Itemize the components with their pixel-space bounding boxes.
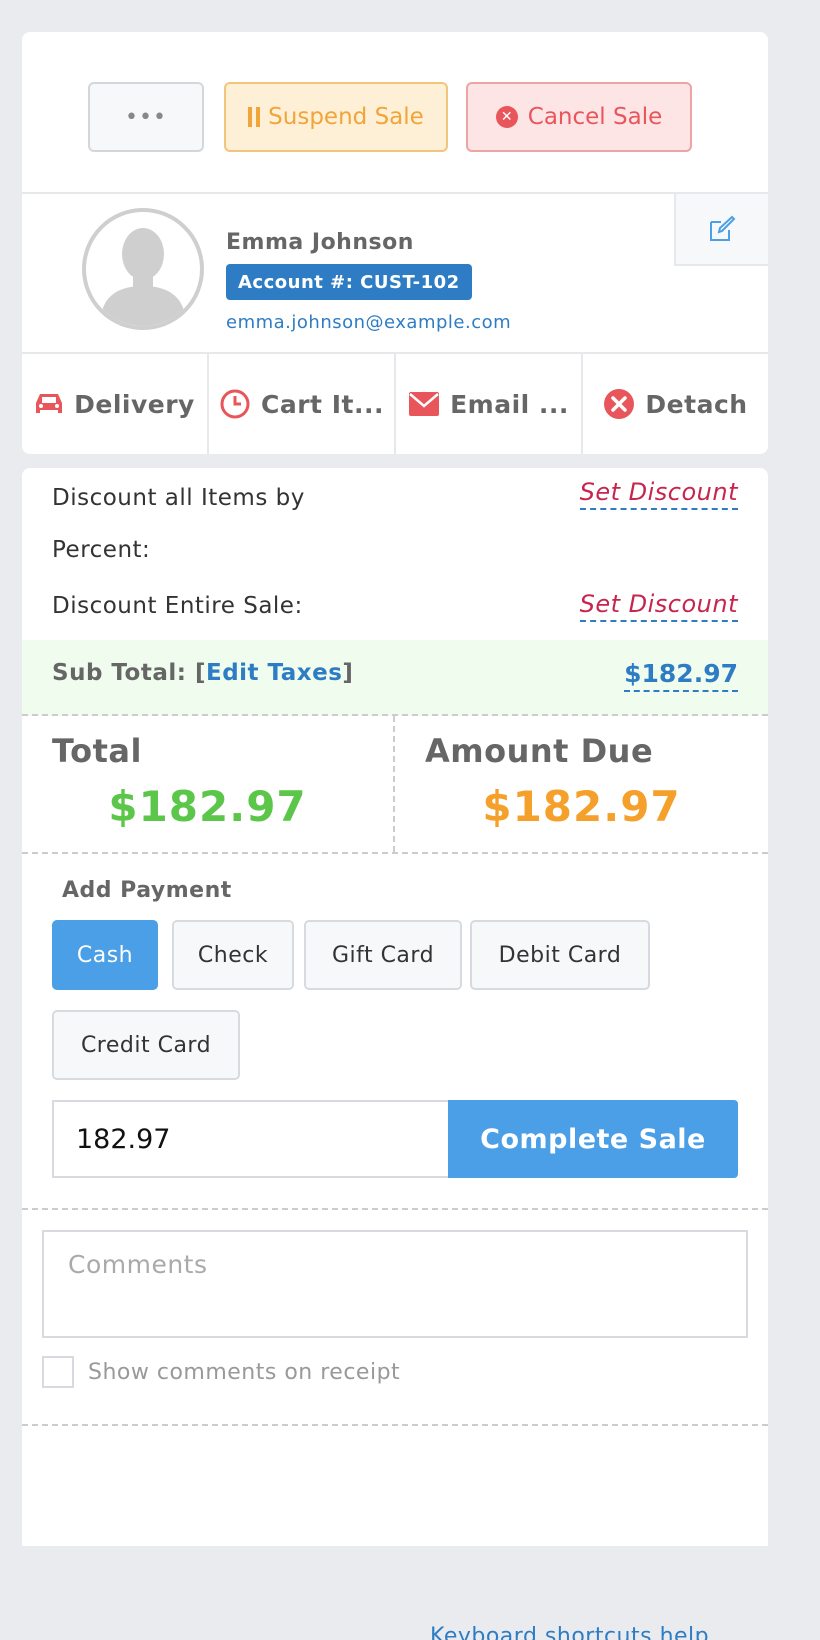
total-box: Total $182.97 bbox=[22, 716, 395, 852]
discount-sale-label: Discount Entire Sale: bbox=[52, 593, 303, 619]
edit-taxes-link[interactable]: Edit Taxes bbox=[206, 660, 342, 686]
subtotal-label: Sub Total: [Edit Taxes] bbox=[52, 660, 354, 686]
edit-customer-button[interactable] bbox=[674, 194, 768, 266]
amount-due-box: Amount Due $182.97 bbox=[395, 716, 768, 852]
subtotal-text: Sub Total: bbox=[52, 660, 187, 686]
tab-delivery[interactable]: Delivery bbox=[22, 354, 209, 454]
discount-items-label: Discount all Items by Percent: bbox=[52, 472, 305, 576]
divider bbox=[22, 1424, 768, 1426]
discount-items-row: Discount all Items by Percent: Set Disco… bbox=[52, 472, 738, 576]
set-discount-items-link[interactable]: Set Discount bbox=[579, 476, 738, 510]
sale-summary-card: Discount all Items by Percent: Set Disco… bbox=[22, 468, 768, 1546]
payment-debit-card-button[interactable]: Debit Card bbox=[470, 920, 650, 990]
cancel-sale-button[interactable]: ✕ Cancel Sale bbox=[466, 82, 692, 152]
clock-icon bbox=[219, 388, 251, 420]
customer-card: ••• Suspend Sale ✕ Cancel Sale Emma John… bbox=[22, 32, 768, 454]
payment-amount-input[interactable] bbox=[52, 1100, 450, 1178]
tab-email[interactable]: Email ... bbox=[396, 354, 583, 454]
tab-delivery-label: Delivery bbox=[74, 389, 195, 419]
customer-email[interactable]: emma.johnson@example.com bbox=[226, 312, 511, 333]
discount-items-label-line1: Discount all Items by bbox=[52, 485, 305, 511]
set-discount-sale-link[interactable]: Set Discount bbox=[579, 588, 738, 622]
total-value: $182.97 bbox=[108, 782, 307, 831]
payment-check-button[interactable]: Check bbox=[172, 920, 294, 990]
suspend-sale-label: Suspend Sale bbox=[268, 104, 424, 130]
tab-cart-items-label: Cart It... bbox=[261, 389, 384, 419]
account-badge: Account #: CUST-102 bbox=[226, 264, 472, 300]
suspend-sale-button[interactable]: Suspend Sale bbox=[224, 82, 448, 152]
tab-detach[interactable]: Detach bbox=[583, 354, 768, 454]
receipt-torn-edge bbox=[22, 1532, 768, 1546]
discount-items-label-line2: Percent: bbox=[52, 537, 151, 563]
car-icon bbox=[34, 391, 64, 417]
avatar bbox=[82, 208, 204, 330]
edit-icon bbox=[710, 215, 736, 241]
pause-icon bbox=[248, 107, 261, 127]
tab-detach-label: Detach bbox=[645, 389, 748, 419]
user-silhouette-icon bbox=[100, 228, 186, 326]
amount-due-value: $182.97 bbox=[482, 782, 681, 831]
discount-sale-row: Discount Entire Sale: Set Discount bbox=[52, 580, 738, 632]
add-payment-title: Add Payment bbox=[62, 878, 232, 903]
subtotal-value[interactable]: $182.97 bbox=[624, 658, 738, 692]
cancel-sale-label: Cancel Sale bbox=[527, 104, 663, 130]
totals-panel: Total $182.97 Amount Due $182.97 bbox=[22, 716, 768, 854]
tab-cart-items[interactable]: Cart It... bbox=[209, 354, 396, 454]
more-options-button[interactable]: ••• bbox=[88, 82, 204, 152]
tab-email-label: Email ... bbox=[450, 389, 569, 419]
comments-textarea[interactable] bbox=[42, 1230, 748, 1338]
customer-info: Emma Johnson Account #: CUST-102 emma.jo… bbox=[22, 194, 768, 354]
show-comments-row: Show comments on receipt bbox=[42, 1356, 400, 1388]
envelope-icon bbox=[408, 391, 440, 417]
x-circle-icon bbox=[603, 388, 635, 420]
keyboard-shortcuts-link[interactable]: Keyboard shortcuts help bbox=[430, 1624, 709, 1640]
amount-due-label: Amount Due bbox=[425, 732, 654, 770]
payment-credit-card-button[interactable]: Credit Card bbox=[52, 1010, 240, 1080]
subtotal-row: Sub Total: [Edit Taxes] $182.97 bbox=[22, 640, 768, 716]
payment-cash-button[interactable]: Cash bbox=[52, 920, 158, 990]
customer-name: Emma Johnson bbox=[226, 230, 414, 255]
show-comments-label: Show comments on receipt bbox=[88, 1359, 401, 1385]
total-label: Total bbox=[52, 732, 142, 770]
complete-sale-button[interactable]: Complete Sale bbox=[448, 1100, 738, 1178]
sale-actions-bar: ••• Suspend Sale ✕ Cancel Sale bbox=[22, 32, 768, 194]
x-circle-icon: ✕ bbox=[495, 106, 518, 128]
show-comments-checkbox[interactable] bbox=[42, 1356, 74, 1388]
more-options-label: ••• bbox=[125, 104, 167, 130]
customer-actions-tabs: Delivery Cart It... Email ... Detach bbox=[22, 354, 768, 454]
payment-gift-card-button[interactable]: Gift Card bbox=[304, 920, 462, 990]
divider bbox=[22, 1208, 768, 1210]
